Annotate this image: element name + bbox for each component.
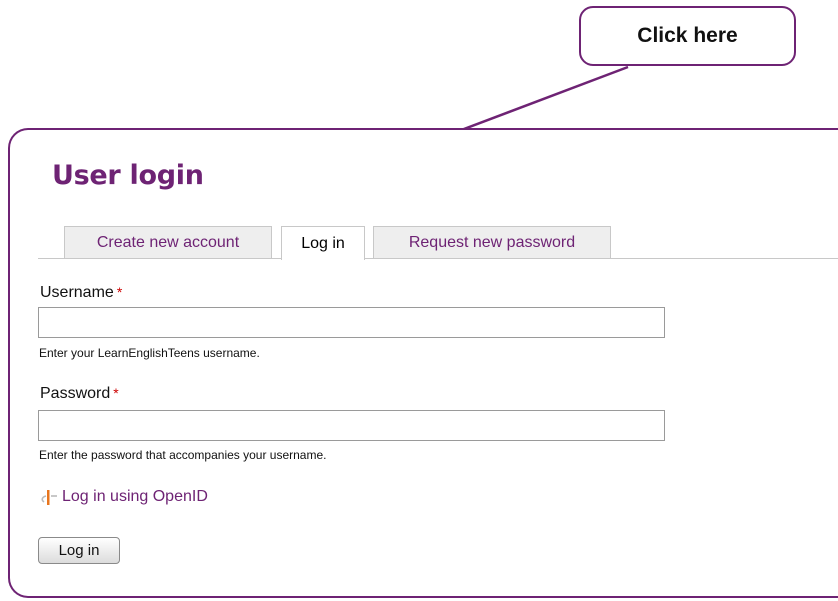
username-label-text: Username (40, 284, 114, 301)
tab-create-new-account[interactable]: Create new account (64, 226, 272, 258)
openid-icon (41, 490, 57, 505)
password-label-text: Password (40, 385, 111, 402)
password-label: Password * (40, 385, 119, 403)
password-input[interactable] (38, 410, 665, 441)
login-panel (8, 128, 838, 598)
tabs-divider (38, 258, 838, 259)
required-mark: * (113, 385, 119, 401)
page-title: User login (52, 160, 204, 191)
required-mark: * (116, 284, 123, 300)
log-in-button[interactable]: Log in (38, 537, 120, 564)
tab-label: Create new account (96, 233, 240, 251)
password-description: Enter the password that accompanies your… (39, 448, 327, 462)
tab-label: Request new password (408, 233, 576, 251)
openid-login-link[interactable]: Log in using OpenID (40, 487, 208, 507)
openid-link-text: Log in using OpenID (62, 488, 208, 505)
tab-request-new-password[interactable]: Request new password (373, 226, 611, 258)
tab-label: Log in (301, 234, 345, 252)
username-description: Enter your LearnEnglishTeens username. (39, 346, 260, 360)
username-label: Username * (40, 284, 122, 302)
tab-log-in[interactable]: Log in (281, 226, 365, 260)
username-input[interactable] (38, 307, 665, 338)
